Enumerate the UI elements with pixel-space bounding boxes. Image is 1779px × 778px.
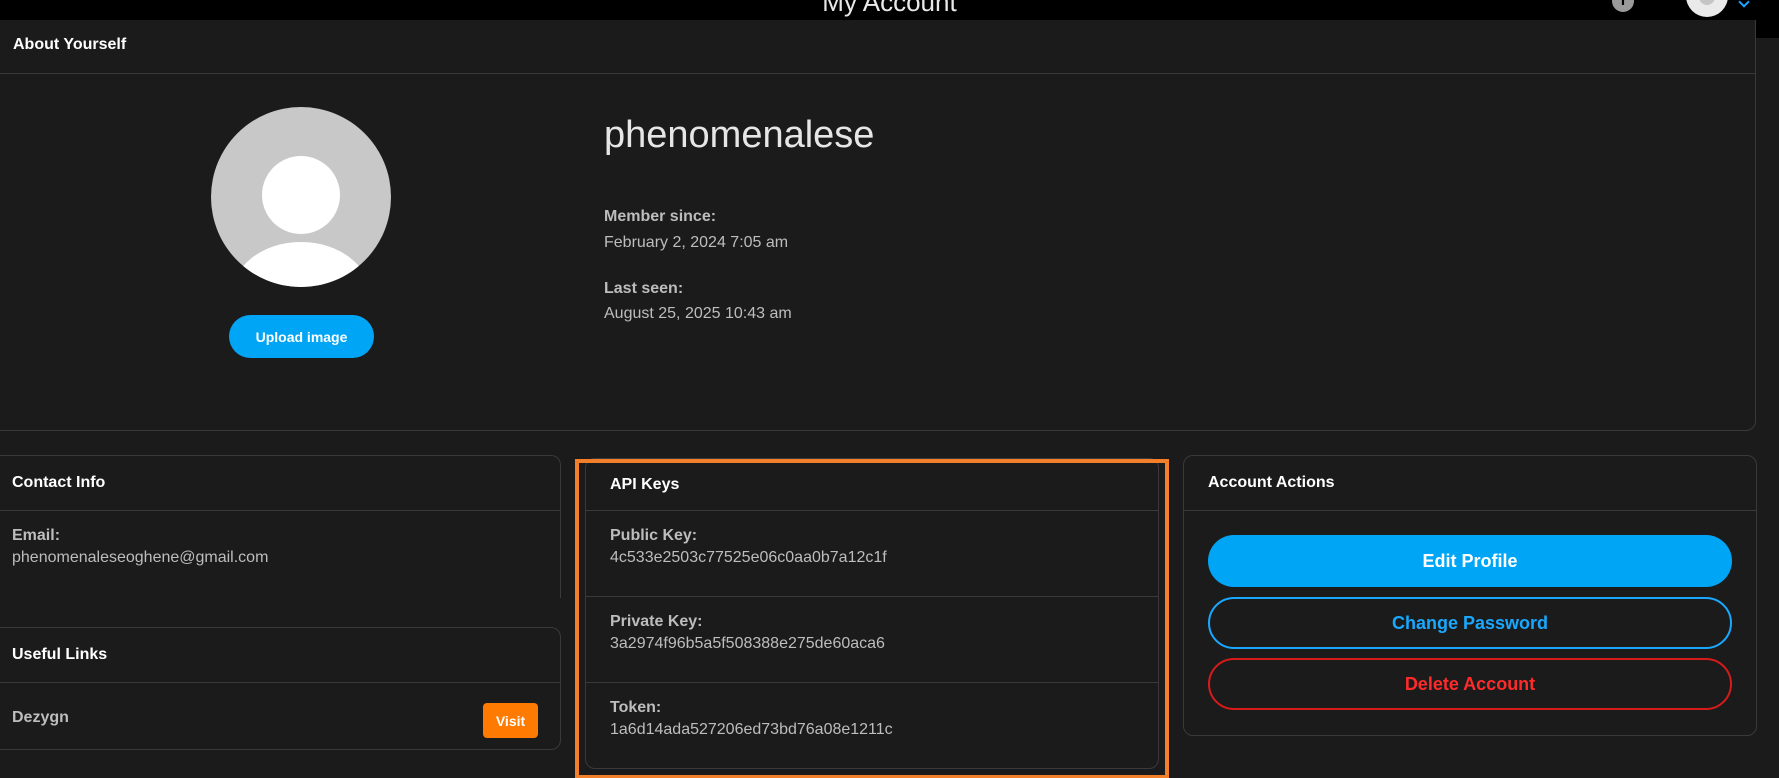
useful-links-card: Useful Links Dezygn Visit: [0, 627, 561, 750]
private-key-label: Private Key:: [610, 613, 703, 630]
public-key-field: Public Key: 4c533e2503c77525e06c0aa0b7a1…: [586, 511, 1158, 597]
username: phenomenalese: [604, 114, 875, 156]
member-since-label: Member since:: [604, 208, 717, 225]
public-key-value: 4c533e2503c77525e06c0aa0b7a12c1f: [610, 549, 887, 566]
api-keys-title: API Keys: [586, 459, 1158, 511]
email-label: Email:: [12, 527, 61, 544]
delete-account-button[interactable]: Delete Account: [1208, 658, 1732, 710]
about-yourself-title: About Yourself: [0, 20, 1755, 74]
contact-info-title: Contact Info: [0, 456, 560, 511]
account-actions-title: Account Actions: [1184, 456, 1756, 511]
contact-info-card: Contact Info Email: phenomenaleseoghene@…: [0, 455, 561, 598]
edit-profile-button[interactable]: Edit Profile: [1208, 535, 1732, 587]
email-field: Email: phenomenaleseoghene@gmail.com: [0, 511, 560, 597]
email-value: phenomenaleseoghene@gmail.com: [12, 549, 269, 566]
private-key-value: 3a2974f96b5a5f508388e275de60aca6: [610, 635, 885, 652]
visit-button[interactable]: Visit: [483, 703, 538, 738]
list-item: Dezygn Visit: [0, 683, 560, 738]
last-seen-label: Last seen:: [604, 280, 684, 297]
profile-avatar: [211, 107, 391, 287]
token-label: Token:: [610, 699, 662, 716]
api-keys-card: API Keys Public Key: 4c533e2503c77525e06…: [585, 458, 1159, 769]
public-key-label: Public Key:: [610, 527, 698, 544]
token-value: 1a6d14ada527206ed73bd76a08e1211c: [610, 721, 893, 738]
last-seen-value: August 25, 2025 10:43 am: [604, 305, 792, 322]
change-password-button[interactable]: Change Password: [1208, 597, 1732, 649]
private-key-field: Private Key: 3a2974f96b5a5f508388e275de6…: [586, 597, 1158, 683]
member-since-value: February 2, 2024 7:05 am: [604, 234, 789, 251]
token-field: Token: 1a6d14ada527206ed73bd76a08e1211c: [586, 683, 1158, 769]
useful-links-title: Useful Links: [0, 628, 560, 683]
page-title: My Account: [822, 0, 957, 17]
upload-image-button[interactable]: Upload image: [229, 315, 374, 358]
account-actions-card: Account Actions Edit Profile Change Pass…: [1183, 455, 1757, 736]
avatar-placeholder-head: [262, 156, 340, 234]
link-name: Dezygn: [12, 708, 69, 726]
avatar-head-shape: [1699, 0, 1715, 5]
avatar-placeholder-body: [231, 242, 371, 287]
